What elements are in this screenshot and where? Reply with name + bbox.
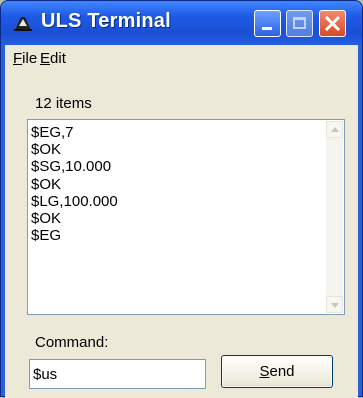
menu-file[interactable]: File bbox=[13, 50, 37, 67]
terminal-window: ULS Terminal File Edit 12 items $EG,7 $O… bbox=[0, 0, 363, 398]
window-title: ULS Terminal bbox=[41, 10, 171, 32]
app-icon bbox=[14, 17, 32, 31]
menu-edit-rest: dit bbox=[50, 50, 66, 67]
menu-file-accel: F bbox=[13, 50, 23, 67]
list-scrollbar[interactable] bbox=[326, 121, 343, 313]
minimize-icon bbox=[262, 27, 272, 30]
client-area: File Edit 12 items $EG,7 $OK $SG,10.000 … bbox=[5, 45, 358, 398]
chevron-down-icon bbox=[331, 303, 339, 308]
maximize-button[interactable] bbox=[286, 10, 313, 37]
send-button[interactable]: Send bbox=[221, 355, 333, 388]
command-input[interactable] bbox=[29, 359, 206, 389]
close-button[interactable] bbox=[319, 10, 346, 37]
close-icon bbox=[324, 15, 341, 32]
item-count-label: 12 items bbox=[35, 95, 92, 112]
chevron-up-icon bbox=[331, 127, 339, 132]
command-label: Command: bbox=[35, 334, 109, 351]
list-item[interactable]: $OK bbox=[31, 176, 118, 193]
list-item[interactable]: $OK bbox=[31, 141, 118, 158]
scroll-down-button[interactable] bbox=[326, 296, 343, 313]
menu-file-rest: ile bbox=[22, 50, 38, 67]
menu-edit[interactable]: Edit bbox=[40, 50, 66, 67]
menu-bar: File Edit bbox=[5, 45, 358, 71]
title-bar[interactable]: ULS Terminal bbox=[1, 1, 362, 45]
send-rest: end bbox=[269, 363, 295, 380]
list-item[interactable]: $EG,7 bbox=[31, 124, 118, 141]
list-item[interactable]: $SG,10.000 bbox=[31, 158, 118, 175]
send-accel: S bbox=[259, 363, 270, 380]
response-list[interactable]: $EG,7 $OK $SG,10.000 $OK $LG,100.000 $OK… bbox=[27, 119, 345, 315]
list-item[interactable]: $OK bbox=[31, 210, 118, 227]
minimize-button[interactable] bbox=[254, 10, 281, 37]
list-item[interactable]: $LG,100.000 bbox=[31, 193, 118, 210]
menu-edit-accel: E bbox=[40, 50, 51, 67]
scroll-up-button[interactable] bbox=[326, 121, 343, 138]
maximize-icon bbox=[293, 17, 306, 29]
list-item[interactable]: $EG bbox=[31, 227, 118, 244]
